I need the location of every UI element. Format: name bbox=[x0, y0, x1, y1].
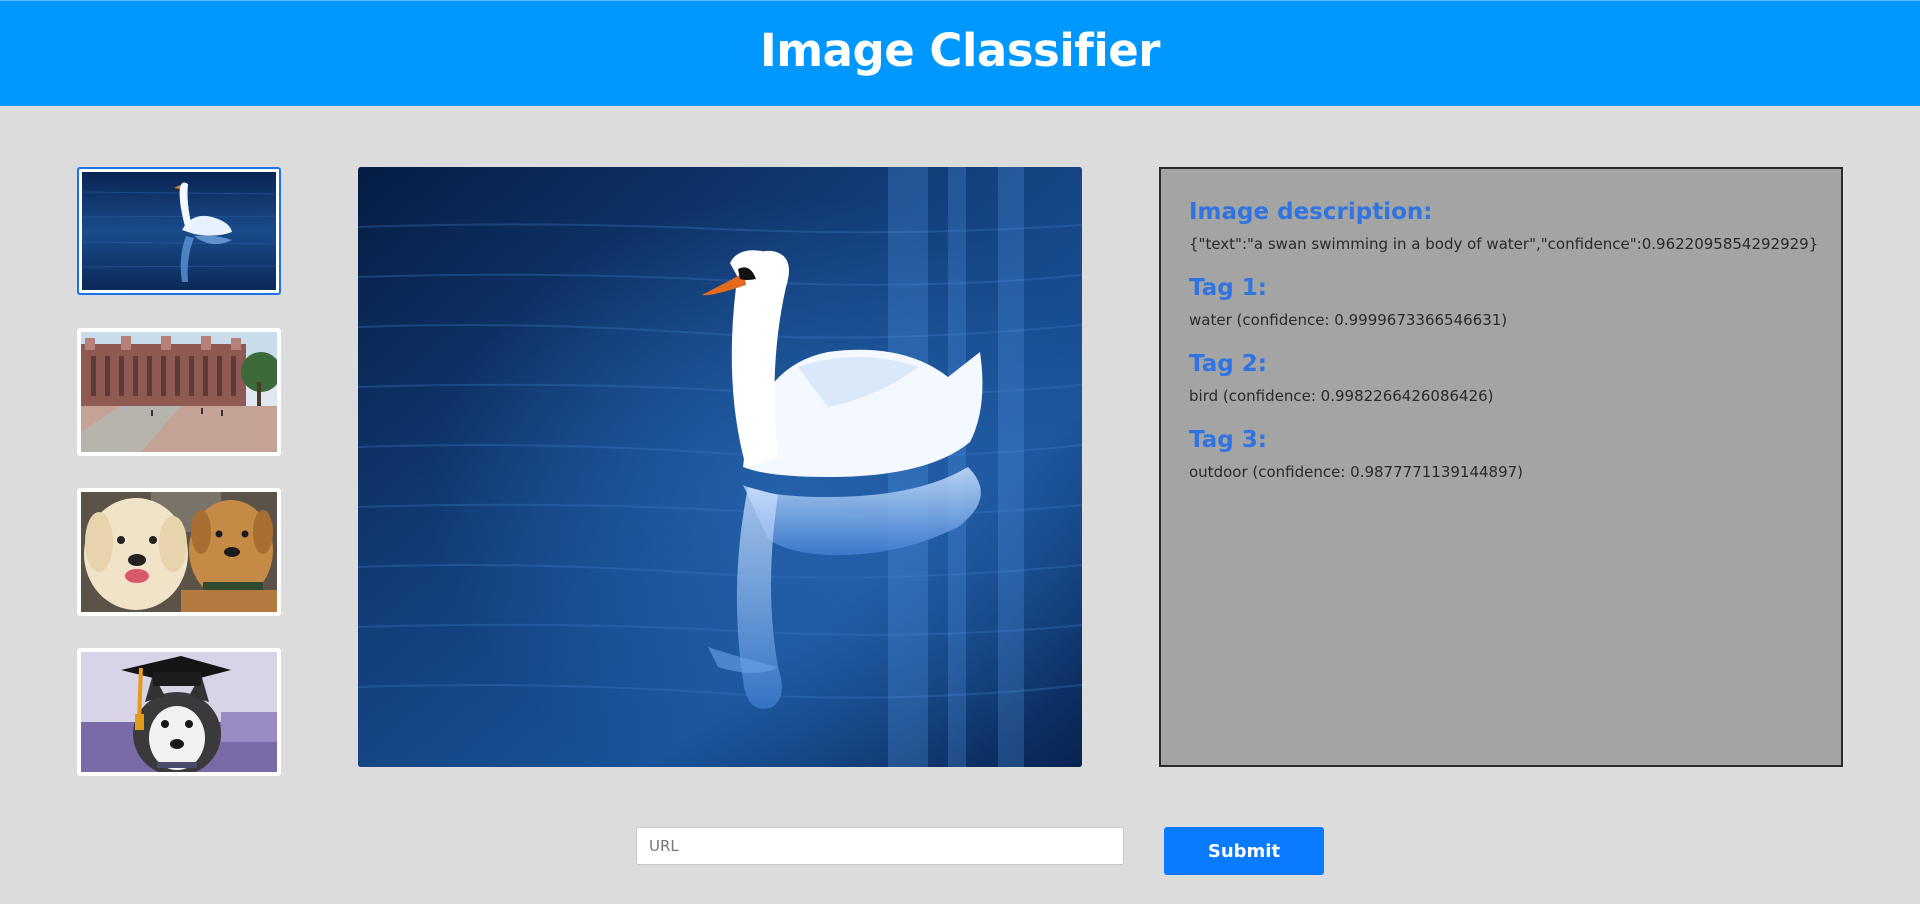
description-value: {"text":"a swan swimming in a body of wa… bbox=[1189, 235, 1819, 253]
tag-1-heading: Tag 1: bbox=[1189, 275, 1267, 301]
description-heading: Image description: bbox=[1189, 199, 1433, 225]
app-header: Image Classifier bbox=[0, 0, 1920, 106]
two-dogs-photo-icon bbox=[81, 492, 277, 612]
thumbnail-campus[interactable] bbox=[77, 328, 281, 456]
tag-3-heading: Tag 3: bbox=[1189, 427, 1267, 453]
results-panel: Image description: {"text":"a swan swimm… bbox=[1159, 167, 1843, 767]
page-title: Image Classifier bbox=[760, 24, 1160, 77]
submit-button[interactable]: Submit bbox=[1164, 827, 1324, 875]
thumbnail-swan[interactable] bbox=[77, 167, 281, 295]
main-image-preview bbox=[358, 167, 1082, 767]
tag-1-value: water (confidence: 0.9999673366546631) bbox=[1189, 311, 1508, 329]
campus-building-photo-icon bbox=[81, 332, 277, 452]
thumbnail-husky[interactable] bbox=[77, 648, 281, 776]
thumbnail-dogs[interactable] bbox=[77, 488, 281, 616]
husky-graduation-photo-icon bbox=[81, 652, 277, 772]
swan-photo-icon bbox=[358, 167, 1082, 767]
swan-photo-icon bbox=[82, 172, 276, 290]
tag-2-value: bird (confidence: 0.9982266426086426) bbox=[1189, 387, 1494, 405]
tag-3-value: outdoor (confidence: 0.9877771139144897) bbox=[1189, 463, 1524, 481]
url-input[interactable] bbox=[636, 827, 1124, 865]
tag-2-heading: Tag 2: bbox=[1189, 351, 1267, 377]
